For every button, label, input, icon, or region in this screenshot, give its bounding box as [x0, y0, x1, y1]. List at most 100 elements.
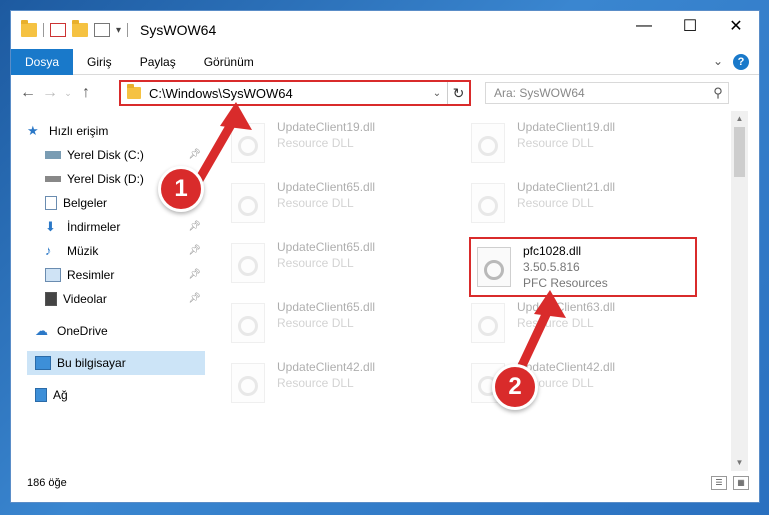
- file-description: Resource DLL: [517, 196, 594, 210]
- up-icon[interactable]: ↑: [75, 84, 97, 102]
- annotation-badge-1: 1: [158, 166, 204, 212]
- music-icon: ♪: [45, 243, 52, 258]
- chevron-down-icon[interactable]: ⌄: [713, 54, 723, 70]
- sidebar-item-label: Yerel Disk (D:): [67, 172, 144, 186]
- maximize-icon[interactable]: ☐: [667, 11, 713, 41]
- file-description: Resource DLL: [277, 256, 354, 270]
- video-icon: [45, 292, 57, 306]
- ribbon-tabs: Dosya Giriş Paylaş Görünüm ⌄ ?: [11, 48, 759, 75]
- tab-paylas[interactable]: Paylaş: [126, 49, 190, 75]
- scroll-thumb[interactable]: [734, 127, 745, 177]
- explorer-window: ▾ SysWOW64 — ☐ ✕ Dosya Giriş Paylaş Görü…: [10, 10, 760, 503]
- star-icon: ★: [27, 123, 39, 138]
- new-folder-icon[interactable]: [72, 20, 88, 37]
- dll-file-icon: [231, 243, 265, 283]
- refresh-icon[interactable]: ↻: [447, 82, 469, 104]
- cloud-icon: ☁: [35, 323, 48, 338]
- sidebar-item-label: Videolar: [63, 292, 107, 306]
- sidebar-item-label: Ağ: [53, 388, 68, 402]
- computer-icon: [35, 356, 51, 370]
- drive-icon: [45, 176, 61, 182]
- dll-file-icon: [471, 183, 505, 223]
- dll-file-icon: [231, 363, 265, 403]
- search-placeholder: Ara: SysWOW64: [494, 86, 585, 100]
- view-icon[interactable]: [94, 23, 110, 37]
- drive-icon: [45, 151, 61, 159]
- pin-icon[interactable]: 📌︎: [188, 269, 201, 280]
- file-version: 3.50.5.816: [523, 260, 580, 274]
- window-controls: — ☐ ✕: [621, 11, 759, 41]
- file-name: UpdateClient42.dll: [277, 360, 376, 374]
- file-name: UpdateClient19.dll: [517, 120, 616, 134]
- pin-icon[interactable]: 📌︎: [188, 245, 201, 256]
- file-name: UpdateClient65.dll: [277, 240, 376, 254]
- dll-file-icon: [471, 123, 505, 163]
- sidebar-item-label: Yerel Disk (C:): [67, 148, 144, 162]
- file-item[interactable]: UpdateClient42.dll Resource DLL: [231, 359, 451, 411]
- details-view-icon[interactable]: ☰: [711, 476, 727, 490]
- sidebar-item-label: Bu bilgisayar: [57, 356, 126, 370]
- file-description: Resource DLL: [277, 196, 354, 210]
- sidebar-item-onedrive[interactable]: ☁ OneDrive: [35, 319, 205, 343]
- tab-gorunum[interactable]: Görünüm: [190, 49, 268, 75]
- properties-icon[interactable]: [50, 23, 66, 37]
- download-icon: ⬇: [45, 219, 56, 234]
- navigation-bar: ← → ⌄ ↑ C:\Windows\SysWOW64 ⌄ ↻ Ara: Sys…: [11, 75, 759, 111]
- item-count: 186 öğe: [27, 477, 67, 489]
- title-bar: ▾ SysWOW64 — ☐ ✕: [11, 11, 759, 49]
- close-icon[interactable]: ✕: [713, 11, 759, 41]
- large-icons-view-icon[interactable]: ▦: [733, 476, 749, 490]
- file-item[interactable]: UpdateClient19.dll Resource DLL: [231, 119, 451, 171]
- file-name: UpdateClient19.dll: [277, 120, 376, 134]
- folder-icon: [127, 84, 141, 99]
- minimize-icon[interactable]: —: [621, 11, 667, 41]
- chevron-down-icon[interactable]: ⌄: [427, 88, 447, 99]
- tab-dosya[interactable]: Dosya: [11, 48, 74, 75]
- view-switcher: ☰ ▦: [711, 476, 749, 490]
- network-icon: [35, 388, 47, 402]
- sidebar-item-label: Resimler: [67, 268, 115, 282]
- customize-toolbar-icon[interactable]: ▾: [116, 25, 121, 36]
- search-icon[interactable]: ⚲: [708, 85, 728, 101]
- sidebar-item-label: Müzik: [67, 244, 99, 258]
- file-name: UpdateClient65.dll: [277, 180, 376, 194]
- scroll-down-icon[interactable]: ▼: [731, 455, 748, 471]
- folder-icon: [21, 20, 37, 37]
- sidebar-item-network[interactable]: Ağ: [35, 383, 205, 407]
- document-icon: [45, 196, 57, 210]
- pin-icon[interactable]: 📌︎: [188, 221, 201, 232]
- image-icon: [45, 268, 61, 282]
- scroll-up-icon[interactable]: ▲: [731, 111, 748, 127]
- file-item[interactable]: UpdateClient65.dll Resource DLL: [231, 179, 451, 231]
- annotation-badge-2: 2: [492, 364, 538, 410]
- file-item[interactable]: UpdateClient65.dll Resource DLL: [231, 239, 451, 291]
- file-item[interactable]: UpdateClient19.dll Resource DLL: [471, 119, 691, 171]
- file-name: UpdateClient65.dll: [277, 300, 376, 314]
- status-bar: 186 öğe ☰ ▦: [11, 471, 759, 495]
- sidebar-item-this-pc[interactable]: Bu bilgisayar: [27, 351, 205, 375]
- sidebar-item-label: Belgeler: [63, 196, 108, 210]
- dll-file-icon: [231, 303, 265, 343]
- back-icon[interactable]: ←: [17, 84, 39, 102]
- sidebar-item-downloads[interactable]: ⬇ İndirmeler 📌︎: [45, 215, 205, 239]
- dll-file-icon: [477, 247, 511, 287]
- help-icon[interactable]: ?: [733, 54, 749, 70]
- sidebar-item-pictures[interactable]: Resimler 📌︎: [45, 263, 205, 287]
- separator: [127, 23, 129, 37]
- sidebar-item-label: İndirmeler: [67, 220, 121, 234]
- file-name: pfc1028.dll: [523, 244, 582, 258]
- tab-giris[interactable]: Giriş: [73, 49, 126, 75]
- search-input[interactable]: Ara: SysWOW64 ⚲: [485, 82, 729, 104]
- sidebar-item-label: OneDrive: [57, 324, 108, 338]
- file-item[interactable]: UpdateClient65.dll Resource DLL: [231, 299, 451, 351]
- file-description: Resource DLL: [277, 136, 354, 150]
- file-description: Resource DLL: [277, 316, 354, 330]
- sidebar-item-videos[interactable]: Videolar 📌︎: [45, 287, 205, 311]
- vertical-scrollbar[interactable]: ▲ ▼: [731, 111, 748, 471]
- forward-icon[interactable]: →: [39, 84, 61, 102]
- sidebar-item-music[interactable]: ♪ Müzik 📌︎: [45, 239, 205, 263]
- file-item[interactable]: UpdateClient21.dll Resource DLL: [471, 179, 691, 231]
- quick-access-toolbar: ▾: [11, 20, 129, 37]
- pin-icon[interactable]: 📌︎: [188, 293, 201, 304]
- recent-chevron-icon[interactable]: ⌄: [61, 88, 75, 99]
